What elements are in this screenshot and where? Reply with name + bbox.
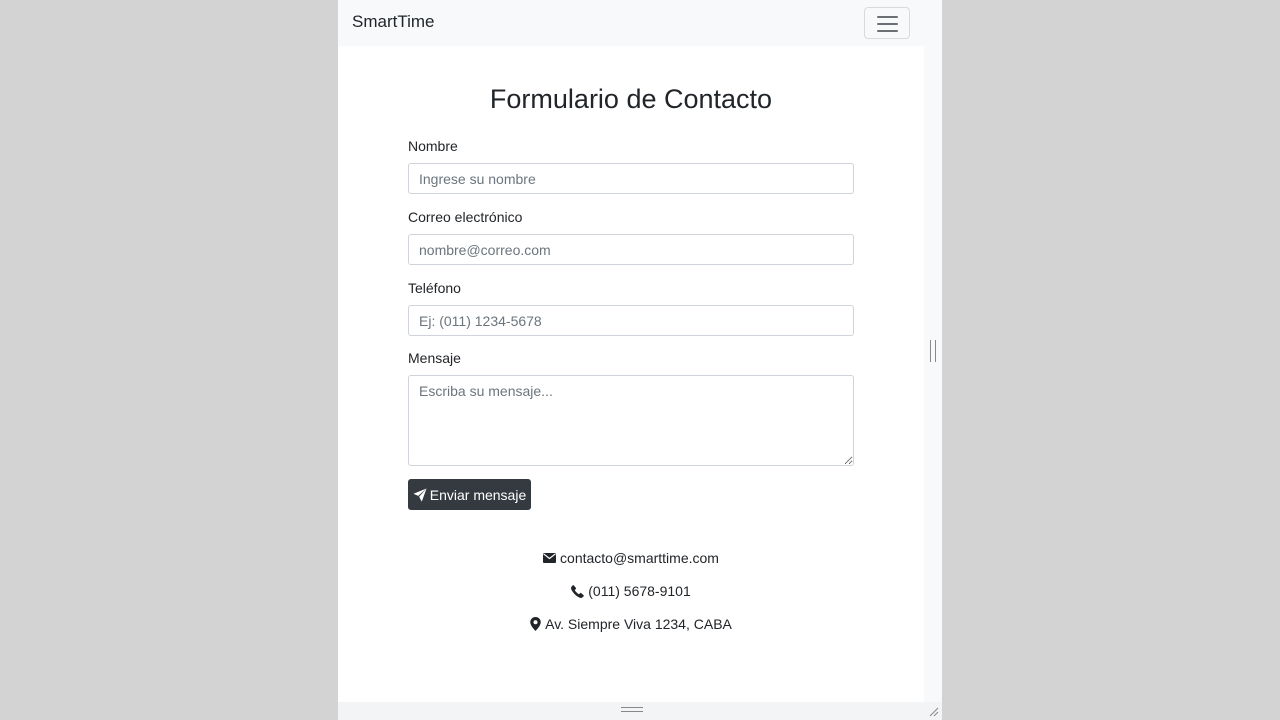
send-message-button[interactable]: Enviar mensaje (408, 479, 531, 510)
device-viewport: SmartTime Formulario de Contacto Nombre … (338, 0, 942, 720)
name-input[interactable] (408, 163, 854, 194)
contact-email-text[interactable]: contacto@smarttime.com (560, 550, 719, 566)
brand-link[interactable]: SmartTime (352, 12, 435, 32)
phone-icon (571, 584, 585, 598)
paper-plane-icon (413, 487, 427, 502)
name-label: Nombre (408, 138, 458, 154)
send-message-label: Enviar mensaje (429, 486, 527, 503)
email-input[interactable] (408, 234, 854, 265)
contact-address-text: Av. Siempre Viva 1234, CABA (545, 616, 732, 632)
envelope-icon (543, 553, 557, 563)
map-marker-icon (530, 617, 541, 631)
horizontal-grip-line (621, 711, 643, 712)
contact-phone: (011) 5678-9101 (338, 583, 924, 599)
navbar-toggle-button[interactable] (864, 7, 910, 39)
message-textarea[interactable] (408, 375, 854, 466)
message-label: Mensaje (408, 350, 461, 366)
email-label: Correo electrónico (408, 209, 523, 225)
phone-label: Teléfono (408, 280, 461, 296)
horizontal-grip-line (621, 707, 643, 708)
contact-phone-text[interactable]: (011) 5678-9101 (588, 583, 690, 599)
contact-email: contacto@smarttime.com (338, 550, 924, 566)
bottom-resize-bar[interactable] (338, 702, 942, 720)
corner-resize-icon[interactable] (924, 702, 942, 720)
page-content: SmartTime Formulario de Contacto Nombre … (338, 0, 924, 702)
page-title: Formulario de Contacto (489, 84, 773, 114)
vertical-resize-handle[interactable] (930, 340, 936, 362)
navbar: SmartTime (338, 0, 924, 46)
contact-address: Av. Siempre Viva 1234, CABA (338, 616, 924, 632)
phone-input[interactable] (408, 305, 854, 336)
